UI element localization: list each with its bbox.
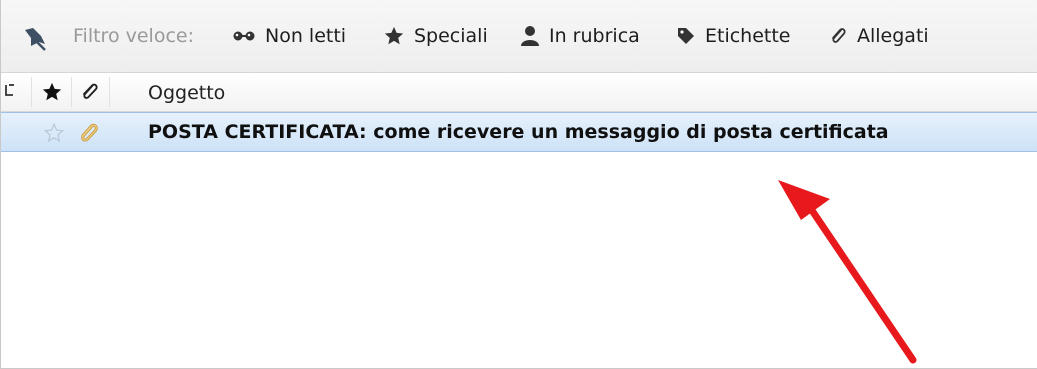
filter-attachments-button[interactable]: Allegati bbox=[828, 22, 929, 50]
column-separator[interactable] bbox=[109, 77, 110, 107]
pin-icon[interactable] bbox=[21, 24, 49, 52]
filter-tags-label: Etichette bbox=[705, 25, 791, 47]
column-header: Oggetto bbox=[1, 73, 1037, 112]
message-subject: POSTA CERTIFICATA: come ricevere un mess… bbox=[148, 121, 889, 143]
paperclip-icon bbox=[81, 123, 98, 142]
filter-contact-button[interactable]: In rubrica bbox=[520, 22, 640, 50]
filter-starred-label: Speciali bbox=[414, 25, 488, 47]
glasses-icon bbox=[233, 31, 255, 41]
filter-attachments-label: Allegati bbox=[857, 25, 929, 47]
paperclip-icon bbox=[832, 28, 846, 43]
quick-filter-label: Filtro veloce: bbox=[73, 25, 194, 47]
message-pane: Filtro veloce: Non letti Speciali In rub… bbox=[0, 0, 1037, 369]
filter-unread-label: Non letti bbox=[265, 25, 347, 47]
paperclip-column-icon[interactable] bbox=[79, 80, 101, 104]
message-row[interactable]: POSTA CERTIFICATA: come ricevere un mess… bbox=[1, 112, 1037, 152]
contact-icon bbox=[521, 26, 539, 46]
filter-contact-label: In rubrica bbox=[549, 25, 640, 47]
star-outline-icon[interactable] bbox=[43, 122, 65, 144]
thread-icon[interactable] bbox=[3, 81, 21, 103]
star-column-icon[interactable] bbox=[41, 81, 63, 103]
filter-unread-button[interactable]: Non letti bbox=[232, 22, 346, 50]
filter-tags-button[interactable]: Etichette bbox=[676, 22, 791, 50]
quick-filter-bar: Filtro veloce: Non letti Speciali In rub… bbox=[1, 0, 1037, 73]
star-icon bbox=[384, 26, 404, 45]
subject-column-header[interactable]: Oggetto bbox=[148, 82, 225, 104]
column-separator[interactable] bbox=[71, 77, 72, 107]
column-separator[interactable] bbox=[31, 77, 32, 107]
tag-icon bbox=[678, 28, 694, 44]
filter-starred-button[interactable]: Speciali bbox=[383, 22, 488, 50]
